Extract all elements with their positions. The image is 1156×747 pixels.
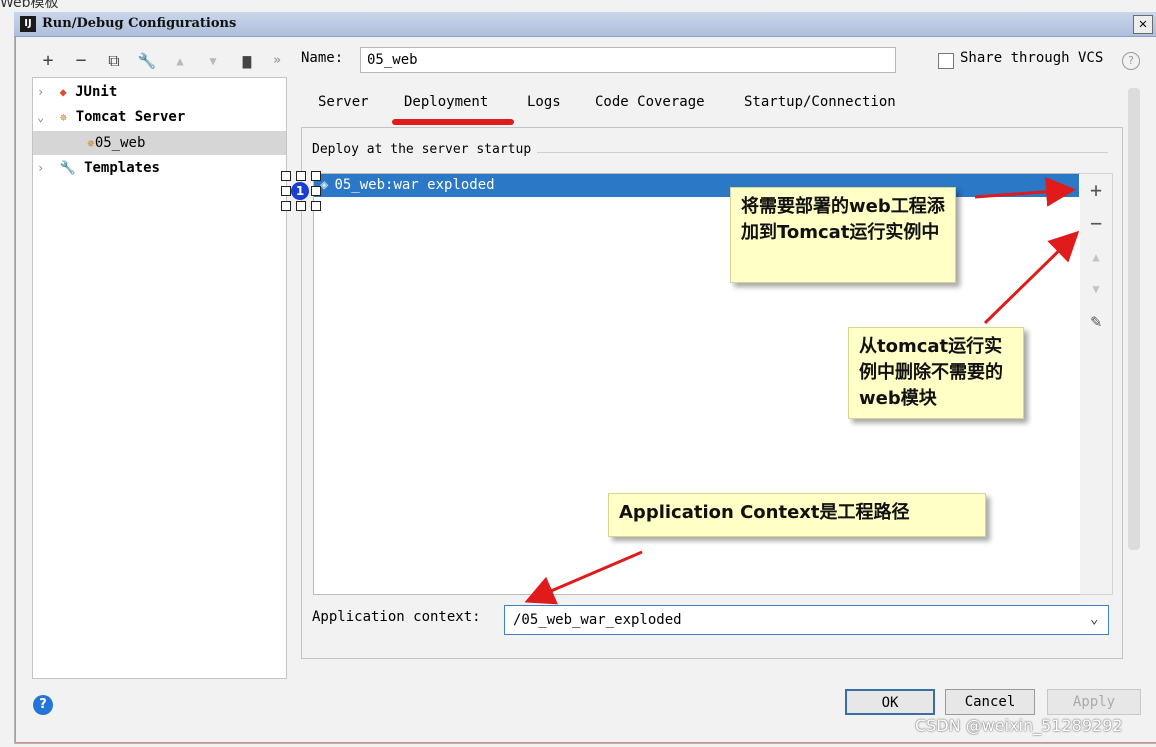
watermark: CSDN @weixin_51289292 bbox=[915, 716, 1123, 735]
arrow-to-context bbox=[524, 550, 643, 605]
arrow-to-remove bbox=[983, 230, 1080, 325]
annotation-arrows bbox=[524, 176, 1080, 605]
arrow-to-add bbox=[974, 176, 1076, 207]
